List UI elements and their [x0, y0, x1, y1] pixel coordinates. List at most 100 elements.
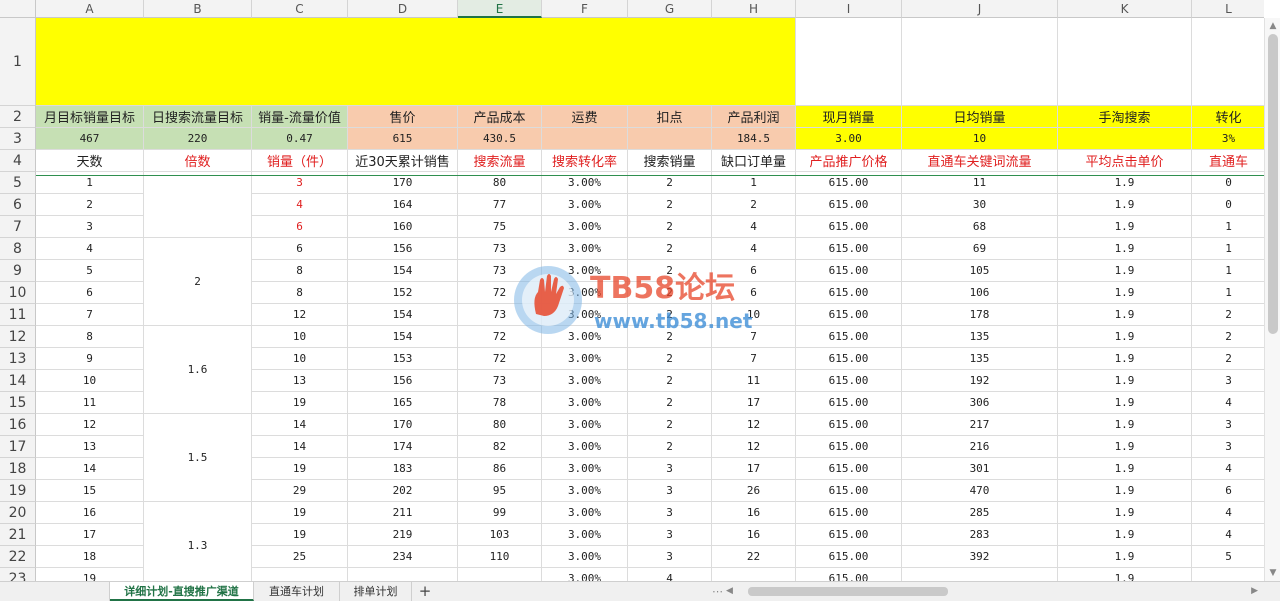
row-header[interactable]: 8	[0, 238, 36, 260]
data-cell[interactable]: 72	[458, 282, 542, 304]
data-cell[interactable]: 16	[712, 524, 796, 546]
summary-value-cell[interactable]: 467	[36, 128, 144, 150]
summary-value-cell[interactable]	[628, 128, 712, 150]
summary-label-cell[interactable]: 月目标销量目标	[36, 106, 144, 128]
data-cell[interactable]: 3.00%	[542, 392, 628, 414]
data-cell[interactable]: 10	[252, 326, 348, 348]
row-header[interactable]: 12	[0, 326, 36, 348]
data-cell[interactable]: 10	[712, 304, 796, 326]
data-cell[interactable]: 2	[628, 392, 712, 414]
data-cell[interactable]: 615.00	[796, 502, 902, 524]
data-cell[interactable]: 183	[348, 458, 458, 480]
data-cell[interactable]: 216	[902, 436, 1058, 458]
data-cell[interactable]: 301	[902, 458, 1058, 480]
header-cell[interactable]: 缺口订单量	[712, 150, 796, 172]
data-cell[interactable]: 1	[1192, 216, 1264, 238]
data-cell[interactable]: 11	[36, 392, 144, 414]
data-cell[interactable]: 3.00%	[542, 546, 628, 568]
data-cell[interactable]: 202	[348, 480, 458, 502]
data-cell[interactable]: 22	[712, 546, 796, 568]
data-cell[interactable]: 1	[1192, 260, 1264, 282]
summary-label-cell[interactable]: 产品利润	[712, 106, 796, 128]
summary-label-cell[interactable]: 手淘搜索	[1058, 106, 1192, 128]
vertical-scrollbar[interactable]: ▲ ▼	[1264, 18, 1280, 581]
summary-value-cell[interactable]: 3.00	[796, 128, 902, 150]
data-cell[interactable]: 1.9	[1058, 392, 1192, 414]
data-cell[interactable]: 3	[628, 458, 712, 480]
summary-label-cell[interactable]: 现月销量	[796, 106, 902, 128]
row-header[interactable]: 6	[0, 194, 36, 216]
select-all-corner[interactable]	[0, 0, 36, 18]
data-cell[interactable]: 3.00%	[542, 370, 628, 392]
data-cell[interactable]: 1.9	[1058, 546, 1192, 568]
summary-value-cell[interactable]: 184.5	[712, 128, 796, 150]
data-cell[interactable]: 105	[902, 260, 1058, 282]
data-cell[interactable]: 2	[1192, 326, 1264, 348]
data-cell[interactable]: 12	[712, 436, 796, 458]
data-cell[interactable]: 615.00	[796, 480, 902, 502]
tab-order-plan[interactable]: 排单计划	[340, 582, 412, 601]
data-cell[interactable]: 15	[36, 480, 144, 502]
data-cell[interactable]: 1.9	[1058, 304, 1192, 326]
data-cell[interactable]: 178	[902, 304, 1058, 326]
data-cell[interactable]: 1.9	[1058, 194, 1192, 216]
data-cell[interactable]: 1.9	[1058, 348, 1192, 370]
header-cell[interactable]: 直通车关键词流量	[902, 150, 1058, 172]
data-cell[interactable]: 1.9	[1058, 458, 1192, 480]
data-cell[interactable]: 1.9	[1058, 326, 1192, 348]
data-cell[interactable]: 17	[36, 524, 144, 546]
data-cell[interactable]: 3	[628, 524, 712, 546]
data-cell[interactable]: 82	[458, 436, 542, 458]
column-header-f[interactable]: F	[542, 0, 628, 18]
data-cell[interactable]: 3.00%	[542, 238, 628, 260]
summary-value-cell[interactable]: 0.47	[252, 128, 348, 150]
multiplier-cell[interactable]	[144, 172, 252, 238]
data-cell[interactable]: 154	[348, 304, 458, 326]
data-cell[interactable]: 95	[458, 480, 542, 502]
summary-label-cell[interactable]: 售价	[348, 106, 458, 128]
data-cell[interactable]: 219	[348, 524, 458, 546]
data-cell[interactable]: 306	[902, 392, 1058, 414]
data-cell[interactable]: 135	[902, 326, 1058, 348]
summary-label-cell[interactable]: 日搜索流量目标	[144, 106, 252, 128]
data-cell[interactable]	[252, 568, 348, 581]
column-header-h[interactable]: H	[712, 0, 796, 18]
data-cell[interactable]: 4	[252, 194, 348, 216]
row-header[interactable]: 17	[0, 436, 36, 458]
data-cell[interactable]: 1.9	[1058, 238, 1192, 260]
header-cell[interactable]: 销量（件）	[252, 150, 348, 172]
data-cell[interactable]: 3	[36, 216, 144, 238]
data-cell[interactable]: 11	[712, 370, 796, 392]
column-header-d[interactable]: D	[348, 0, 458, 18]
data-cell[interactable]: 1	[1192, 238, 1264, 260]
data-cell[interactable]: 1.9	[1058, 502, 1192, 524]
data-cell[interactable]: 234	[348, 546, 458, 568]
data-cell[interactable]: 10	[252, 348, 348, 370]
data-cell[interactable]: 6	[252, 216, 348, 238]
data-cell[interactable]: 16	[712, 502, 796, 524]
data-cell[interactable]: 3.00%	[542, 194, 628, 216]
data-cell[interactable]: 6	[36, 282, 144, 304]
data-cell[interactable]: 615.00	[796, 304, 902, 326]
data-cell[interactable]: 2	[628, 326, 712, 348]
data-cell[interactable]: 615.00	[796, 216, 902, 238]
data-cell[interactable]: 615.00	[796, 392, 902, 414]
data-cell[interactable]: 69	[902, 238, 1058, 260]
data-cell[interactable]: 75	[458, 216, 542, 238]
data-cell[interactable]: 2	[712, 194, 796, 216]
data-cell[interactable]: 615.00	[796, 194, 902, 216]
data-cell[interactable]: 1.9	[1058, 436, 1192, 458]
data-cell[interactable]: 3	[1192, 370, 1264, 392]
data-cell[interactable]	[144, 568, 252, 581]
data-cell[interactable]: 6	[712, 282, 796, 304]
multiplier-cell[interactable]: 1.6	[144, 326, 252, 414]
data-cell[interactable]: 6	[712, 260, 796, 282]
data-cell[interactable]: 4	[712, 238, 796, 260]
data-cell[interactable]: 165	[348, 392, 458, 414]
data-cell[interactable]: 10	[36, 370, 144, 392]
row-header[interactable]: 9	[0, 260, 36, 282]
column-header-i[interactable]: I	[796, 0, 902, 18]
tab-detail-plan[interactable]: 详细计划-直搜推广渠道	[110, 582, 254, 601]
data-cell[interactable]: 615.00	[796, 260, 902, 282]
data-cell[interactable]: 160	[348, 216, 458, 238]
